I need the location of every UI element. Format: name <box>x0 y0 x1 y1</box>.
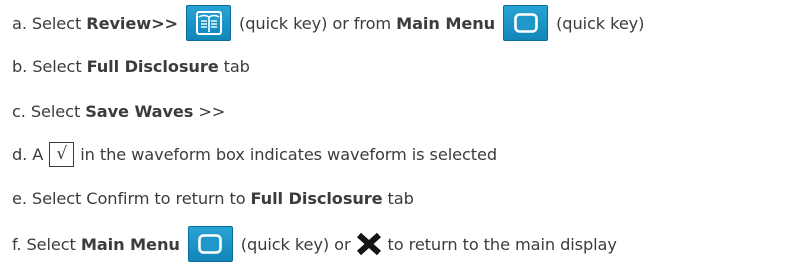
step-e: e. Select Confirm to return to Full Disc… <box>12 178 414 218</box>
step-d: d. A √ in the waveform box indicates wav… <box>12 134 497 174</box>
step-text: Select <box>30 101 81 121</box>
ui-term-full-disclosure: Full Disclosure <box>250 188 383 208</box>
main-menu-key-icon <box>187 226 233 262</box>
step-text: Select <box>26 234 76 254</box>
step-text: >> <box>198 101 226 121</box>
step-text: Select <box>32 56 82 76</box>
main-menu-key-icon <box>503 5 549 41</box>
close-x-icon <box>356 232 382 256</box>
step-text: (quick key) or <box>240 234 351 254</box>
step-text: to return to the main display <box>387 234 617 254</box>
step-text: (quick key) or from <box>239 13 392 33</box>
ui-term-save-waves: Save Waves <box>85 101 194 121</box>
step-marker: b. <box>12 56 28 76</box>
step-f: f. Select Main Menu (quick key) or to re… <box>12 224 617 264</box>
step-text: (quick key) <box>556 13 645 33</box>
step-marker: f. <box>12 234 22 254</box>
step-marker: a. <box>12 13 27 33</box>
ui-term-review: Review>> <box>86 13 179 33</box>
step-a: a. Select Review>> (quick key) or from M… <box>12 3 644 43</box>
step-text: Select Confirm to return to <box>31 188 246 208</box>
step-b: b. Select Full Disclosure tab <box>12 46 250 86</box>
ui-term-main-menu: Main Menu <box>396 13 496 33</box>
step-marker: d. <box>12 144 28 164</box>
step-text: tab <box>223 56 250 76</box>
step-marker: c. <box>12 101 26 121</box>
checkmark-box-icon: √ <box>49 141 75 167</box>
review-key-icon <box>186 5 232 41</box>
step-text: tab <box>387 188 414 208</box>
step-marker: e. <box>12 188 27 208</box>
ui-term-full-disclosure: Full Disclosure <box>86 56 219 76</box>
step-text: Select <box>31 13 82 33</box>
step-text: A <box>32 144 44 164</box>
ui-term-main-menu: Main Menu <box>80 234 180 254</box>
step-text: in the waveform box indicates waveform i… <box>80 144 498 164</box>
step-c: c. Select Save Waves >> <box>12 91 225 131</box>
